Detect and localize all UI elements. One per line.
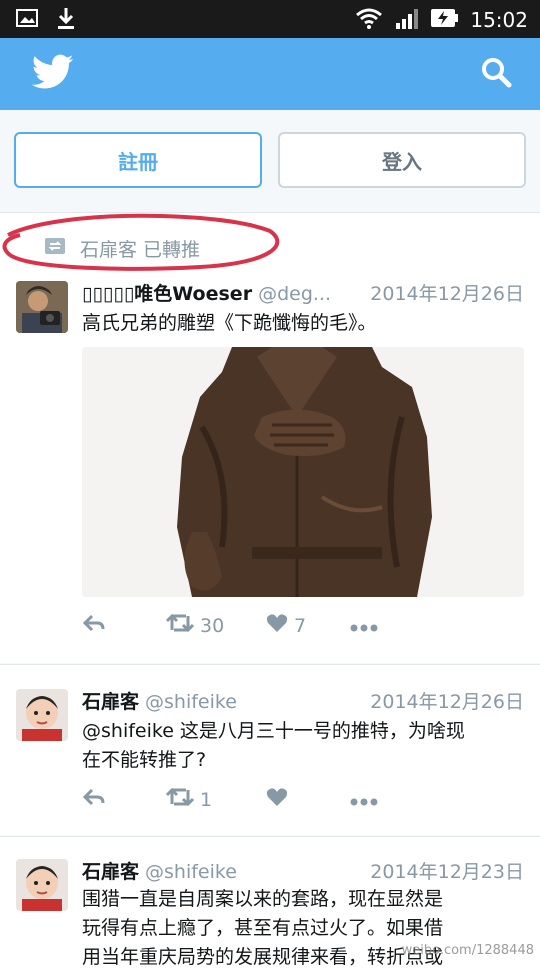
author-handle[interactable]: @shifeike: [145, 691, 358, 713]
tweet-date[interactable]: 2014年12月26日: [370, 687, 524, 714]
avatar[interactable]: [16, 281, 68, 333]
retweet-icon: [165, 787, 195, 812]
tweet-text-line: 玩得有点上瘾了，甚至有点过火了。如果借: [82, 917, 444, 939]
tweet-date[interactable]: 2014年12月23日: [370, 857, 524, 884]
signup-button[interactable]: 註冊: [14, 132, 262, 188]
more-icon: [350, 789, 378, 811]
retweet-icon: [165, 613, 195, 638]
tweet[interactable]: 石扉客 @shifeike 2014年12月26日 @shifeike 这是八月…: [0, 664, 540, 835]
clock: 15:02: [470, 8, 528, 32]
twitter-bird-icon[interactable]: [31, 54, 74, 94]
retweet-button[interactable]: 1: [165, 787, 266, 812]
search-icon[interactable]: [480, 56, 512, 92]
tweet-header: ▯▯▯▯▯唯色Woeser @deg... 2014年12月26日: [82, 279, 524, 305]
heart-icon: [266, 613, 288, 638]
retweet-context-text: 石扉客 已轉推: [80, 239, 201, 261]
tweet-retweeted[interactable]: 石扉客 已轉推 ▯▯▯▯▯唯色Woeser @deg... 2014年12月26…: [0, 212, 540, 663]
tweet-header: 石扉客 @shifeike 2014年12月23日: [82, 857, 524, 883]
like-button[interactable]: 7: [266, 613, 350, 638]
reply-button[interactable]: [82, 787, 166, 812]
retweet-count: 1: [200, 788, 213, 811]
retweet-context: 石扉客 已轉推: [44, 235, 200, 262]
more-button[interactable]: [350, 789, 434, 811]
more-button[interactable]: [350, 615, 434, 637]
app-header: [0, 38, 540, 110]
auth-bar: 註冊 登入: [0, 110, 540, 212]
retweet-count: 30: [200, 614, 225, 637]
avatar[interactable]: [16, 859, 68, 911]
like-count: 7: [294, 614, 307, 637]
signal-icon: [394, 6, 420, 34]
tweet-text: @shifeike 这是八月三十一号的推特，为啥现 在不能转推了?: [82, 717, 520, 775]
reply-button[interactable]: [82, 613, 166, 638]
author-name[interactable]: ▯▯▯▯▯唯色Woeser: [82, 279, 252, 306]
retweet-context-icon: [44, 236, 66, 261]
retweet-button[interactable]: 30: [165, 613, 266, 638]
tweet-text: 高氏兄弟的雕塑《下跪懺悔的毛》。: [82, 312, 377, 334]
like-button[interactable]: [266, 787, 350, 812]
tweet-text-line: 围猎一直是自周案以来的套路，现在显然是: [82, 888, 444, 910]
wifi-icon: [354, 6, 384, 34]
tweet-photo[interactable]: [82, 347, 524, 597]
gallery-icon: [16, 8, 38, 32]
watermark: weibo.com/1288448: [401, 943, 534, 958]
tweet-actions: 1: [82, 787, 434, 812]
author-handle[interactable]: @deg...: [258, 283, 358, 305]
battery-charging-icon: [430, 6, 460, 34]
tweet-actions: 30 7: [82, 613, 434, 638]
reply-icon: [82, 613, 106, 638]
avatar[interactable]: [16, 689, 68, 741]
more-icon: [350, 615, 378, 637]
tweet-header: 石扉客 @shifeike 2014年12月26日: [82, 687, 524, 713]
download-icon: [56, 6, 76, 34]
author-name[interactable]: 石扉客: [82, 687, 139, 714]
tweet-date[interactable]: 2014年12月26日: [370, 279, 524, 306]
heart-icon: [266, 787, 288, 812]
tweet-text: 围猎一直是自周案以来的套路，现在显然是 玩得有点上瘾了，甚至有点过火了。如果借 …: [82, 885, 520, 972]
status-bar: 15:02: [0, 0, 540, 38]
author-name[interactable]: 石扉客: [82, 857, 139, 884]
timeline: 石扉客 已轉推 ▯▯▯▯▯唯色Woeser @deg... 2014年12月26…: [0, 212, 540, 968]
reply-icon: [82, 787, 106, 812]
author-handle[interactable]: @shifeike: [145, 861, 358, 883]
tweet-text-line: @shifeike 这是八月三十一号的推特，为啥现: [82, 720, 465, 742]
tweet-text-line: 在不能转推了?: [82, 749, 207, 771]
login-button[interactable]: 登入: [278, 132, 526, 188]
